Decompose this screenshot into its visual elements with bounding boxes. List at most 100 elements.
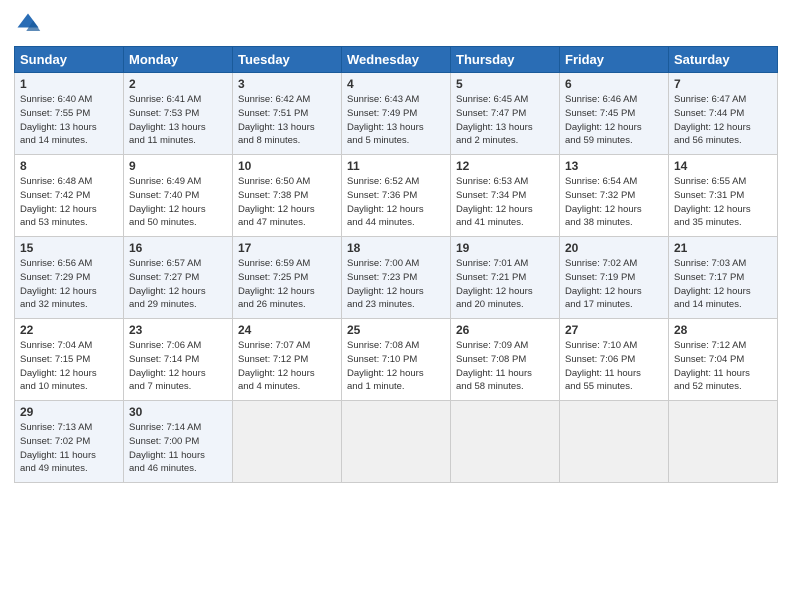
day-number: 22 bbox=[20, 323, 118, 337]
day-number: 30 bbox=[129, 405, 227, 419]
day-cell bbox=[560, 401, 669, 483]
day-info: Sunrise: 7:07 AM Sunset: 7:12 PM Dayligh… bbox=[238, 339, 336, 394]
day-cell: 25Sunrise: 7:08 AM Sunset: 7:10 PM Dayli… bbox=[342, 319, 451, 401]
day-cell: 23Sunrise: 7:06 AM Sunset: 7:14 PM Dayli… bbox=[124, 319, 233, 401]
day-info: Sunrise: 7:10 AM Sunset: 7:06 PM Dayligh… bbox=[565, 339, 663, 394]
day-info: Sunrise: 6:41 AM Sunset: 7:53 PM Dayligh… bbox=[129, 93, 227, 148]
day-cell: 10 Sunrise: 6:50 AM Sunset: 7:38 PM Dayli… bbox=[233, 155, 342, 237]
day-number: 18 bbox=[347, 241, 445, 255]
day-info: Sunrise: 7:02 AM Sunset: 7:19 PM Dayligh… bbox=[565, 257, 663, 312]
day-cell: 24 Sunrise: 7:07 AM Sunset: 7:12 PM Dayli… bbox=[233, 319, 342, 401]
day-number: 16 bbox=[129, 241, 227, 255]
day-cell: 5 Sunrise: 6:45 AM Sunset: 7:47 PM Daylig… bbox=[451, 73, 560, 155]
day-info: Sunrise: 6:53 AM Sunset: 7:34 PM Dayligh… bbox=[456, 175, 554, 230]
week-row-3: 15 Sunrise: 6:56 AM Sunset: 7:29 PM Dayli… bbox=[15, 237, 778, 319]
day-cell: 9Sunrise: 6:49 AM Sunset: 7:40 PM Daylig… bbox=[124, 155, 233, 237]
day-number: 7 bbox=[674, 77, 772, 91]
day-cell: 17 Sunrise: 6:59 AM Sunset: 7:25 PM Dayli… bbox=[233, 237, 342, 319]
day-info: Sunrise: 6:42 AM Sunset: 7:51 PM Dayligh… bbox=[238, 93, 336, 148]
day-cell: 15 Sunrise: 6:56 AM Sunset: 7:29 PM Dayli… bbox=[15, 237, 124, 319]
day-cell: 22 Sunrise: 7:04 AM Sunset: 7:15 PM Dayli… bbox=[15, 319, 124, 401]
day-info: Sunrise: 6:48 AM Sunset: 7:42 PM Dayligh… bbox=[20, 175, 118, 230]
day-info: Sunrise: 7:03 AM Sunset: 7:17 PM Dayligh… bbox=[674, 257, 772, 312]
day-number: 25 bbox=[347, 323, 445, 337]
day-number: 14 bbox=[674, 159, 772, 173]
day-number: 8 bbox=[20, 159, 118, 173]
calendar-table: SundayMondayTuesdayWednesdayThursdayFrid… bbox=[14, 46, 778, 483]
day-cell: 11 Sunrise: 6:52 AM Sunset: 7:36 PM Dayli… bbox=[342, 155, 451, 237]
day-info: Sunrise: 6:54 AM Sunset: 7:32 PM Dayligh… bbox=[565, 175, 663, 230]
day-info: Sunrise: 6:59 AM Sunset: 7:25 PM Dayligh… bbox=[238, 257, 336, 312]
day-info: Sunrise: 6:56 AM Sunset: 7:29 PM Dayligh… bbox=[20, 257, 118, 312]
day-number: 2 bbox=[129, 77, 227, 91]
col-header-saturday: Saturday bbox=[669, 47, 778, 73]
day-info: Sunrise: 7:14 AM Sunset: 7:00 PM Dayligh… bbox=[129, 421, 227, 476]
logo-icon bbox=[14, 10, 42, 38]
day-cell: 16 Sunrise: 6:57 AM Sunset: 7:27 PM Dayli… bbox=[124, 237, 233, 319]
week-row-2: 8 Sunrise: 6:48 AM Sunset: 7:42 PM Daylig… bbox=[15, 155, 778, 237]
day-cell: 19Sunrise: 7:01 AM Sunset: 7:21 PM Dayli… bbox=[451, 237, 560, 319]
week-row-4: 22 Sunrise: 7:04 AM Sunset: 7:15 PM Dayli… bbox=[15, 319, 778, 401]
day-cell: 27 Sunrise: 7:10 AM Sunset: 7:06 PM Dayli… bbox=[560, 319, 669, 401]
day-cell bbox=[451, 401, 560, 483]
day-cell: 20 Sunrise: 7:02 AM Sunset: 7:19 PM Dayli… bbox=[560, 237, 669, 319]
day-cell: 30 Sunrise: 7:14 AM Sunset: 7:00 PM Dayli… bbox=[124, 401, 233, 483]
day-info: Sunrise: 7:00 AM Sunset: 7:23 PM Dayligh… bbox=[347, 257, 445, 312]
column-headers: SundayMondayTuesdayWednesdayThursdayFrid… bbox=[15, 47, 778, 73]
day-info: Sunrise: 6:45 AM Sunset: 7:47 PM Dayligh… bbox=[456, 93, 554, 148]
day-info: Sunrise: 6:43 AM Sunset: 7:49 PM Dayligh… bbox=[347, 93, 445, 148]
day-cell: 18 Sunrise: 7:00 AM Sunset: 7:23 PM Dayli… bbox=[342, 237, 451, 319]
day-cell: 14 Sunrise: 6:55 AM Sunset: 7:31 PM Dayli… bbox=[669, 155, 778, 237]
day-cell: 3 Sunrise: 6:42 AM Sunset: 7:51 PM Daylig… bbox=[233, 73, 342, 155]
day-cell: 2 Sunrise: 6:41 AM Sunset: 7:53 PM Daylig… bbox=[124, 73, 233, 155]
col-header-tuesday: Tuesday bbox=[233, 47, 342, 73]
day-number: 27 bbox=[565, 323, 663, 337]
col-header-wednesday: Wednesday bbox=[342, 47, 451, 73]
col-header-thursday: Thursday bbox=[451, 47, 560, 73]
day-number: 28 bbox=[674, 323, 772, 337]
day-cell bbox=[342, 401, 451, 483]
day-number: 29 bbox=[20, 405, 118, 419]
day-number: 20 bbox=[565, 241, 663, 255]
day-number: 11 bbox=[347, 159, 445, 173]
day-info: Sunrise: 7:13 AM Sunset: 7:02 PM Dayligh… bbox=[20, 421, 118, 476]
week-row-5: 29 Sunrise: 7:13 AM Sunset: 7:02 PM Dayli… bbox=[15, 401, 778, 483]
day-cell: 1Sunrise: 6:40 AM Sunset: 7:55 PM Daylig… bbox=[15, 73, 124, 155]
day-number: 26 bbox=[456, 323, 554, 337]
calendar-body: 1Sunrise: 6:40 AM Sunset: 7:55 PM Daylig… bbox=[15, 73, 778, 483]
day-cell: 13 Sunrise: 6:54 AM Sunset: 7:32 PM Dayli… bbox=[560, 155, 669, 237]
week-row-1: 1Sunrise: 6:40 AM Sunset: 7:55 PM Daylig… bbox=[15, 73, 778, 155]
day-cell: 7Sunrise: 6:47 AM Sunset: 7:44 PM Daylig… bbox=[669, 73, 778, 155]
day-cell: 29 Sunrise: 7:13 AM Sunset: 7:02 PM Dayli… bbox=[15, 401, 124, 483]
day-number: 21 bbox=[674, 241, 772, 255]
day-cell: 12 Sunrise: 6:53 AM Sunset: 7:34 PM Dayli… bbox=[451, 155, 560, 237]
day-info: Sunrise: 6:46 AM Sunset: 7:45 PM Dayligh… bbox=[565, 93, 663, 148]
day-info: Sunrise: 7:09 AM Sunset: 7:08 PM Dayligh… bbox=[456, 339, 554, 394]
day-info: Sunrise: 6:52 AM Sunset: 7:36 PM Dayligh… bbox=[347, 175, 445, 230]
day-number: 17 bbox=[238, 241, 336, 255]
day-info: Sunrise: 6:55 AM Sunset: 7:31 PM Dayligh… bbox=[674, 175, 772, 230]
day-cell: 28 Sunrise: 7:12 AM Sunset: 7:04 PM Dayli… bbox=[669, 319, 778, 401]
day-cell: 4Sunrise: 6:43 AM Sunset: 7:49 PM Daylig… bbox=[342, 73, 451, 155]
day-number: 9 bbox=[129, 159, 227, 173]
day-number: 12 bbox=[456, 159, 554, 173]
day-cell: 21 Sunrise: 7:03 AM Sunset: 7:17 PM Dayli… bbox=[669, 237, 778, 319]
day-number: 5 bbox=[456, 77, 554, 91]
day-info: Sunrise: 7:06 AM Sunset: 7:14 PM Dayligh… bbox=[129, 339, 227, 394]
day-info: Sunrise: 6:57 AM Sunset: 7:27 PM Dayligh… bbox=[129, 257, 227, 312]
day-number: 6 bbox=[565, 77, 663, 91]
day-number: 24 bbox=[238, 323, 336, 337]
day-number: 13 bbox=[565, 159, 663, 173]
day-info: Sunrise: 7:04 AM Sunset: 7:15 PM Dayligh… bbox=[20, 339, 118, 394]
day-cell: 8 Sunrise: 6:48 AM Sunset: 7:42 PM Daylig… bbox=[15, 155, 124, 237]
day-info: Sunrise: 6:50 AM Sunset: 7:38 PM Dayligh… bbox=[238, 175, 336, 230]
day-cell bbox=[233, 401, 342, 483]
day-number: 3 bbox=[238, 77, 336, 91]
day-number: 10 bbox=[238, 159, 336, 173]
col-header-sunday: Sunday bbox=[15, 47, 124, 73]
day-info: Sunrise: 7:12 AM Sunset: 7:04 PM Dayligh… bbox=[674, 339, 772, 394]
col-header-friday: Friday bbox=[560, 47, 669, 73]
day-cell: 26 Sunrise: 7:09 AM Sunset: 7:08 PM Dayli… bbox=[451, 319, 560, 401]
day-number: 15 bbox=[20, 241, 118, 255]
day-cell bbox=[669, 401, 778, 483]
